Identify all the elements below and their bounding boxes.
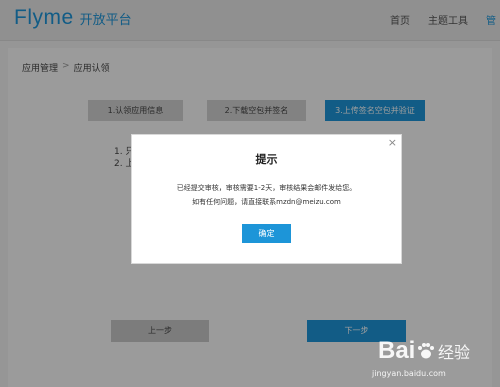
dialog-message-line-1: 已经提交审核，审核需要1-2天，审核结果会邮件发给您。 — [176, 184, 357, 192]
watermark-brand: Bai — [378, 337, 416, 364]
prompt-dialog: × 提示 已经提交审核，审核需要1-2天，审核结果会邮件发给您。 如有任何问题，… — [131, 134, 402, 264]
dialog-title: 提示 — [255, 153, 278, 166]
dialog-message-line-2: 如有任何问题，请直接联系mzdn@meizu.com — [192, 198, 341, 206]
confirm-button[interactable]: 确定 — [242, 224, 291, 243]
baidu-jingyan-watermark: Bai 经验 jingyan.baidu.com — [372, 337, 492, 383]
paw-icon — [418, 343, 434, 359]
watermark-url: jingyan.baidu.com — [372, 369, 446, 378]
close-icon[interactable]: × — [388, 136, 397, 149]
watermark-jingyan: 经验 — [438, 343, 471, 362]
